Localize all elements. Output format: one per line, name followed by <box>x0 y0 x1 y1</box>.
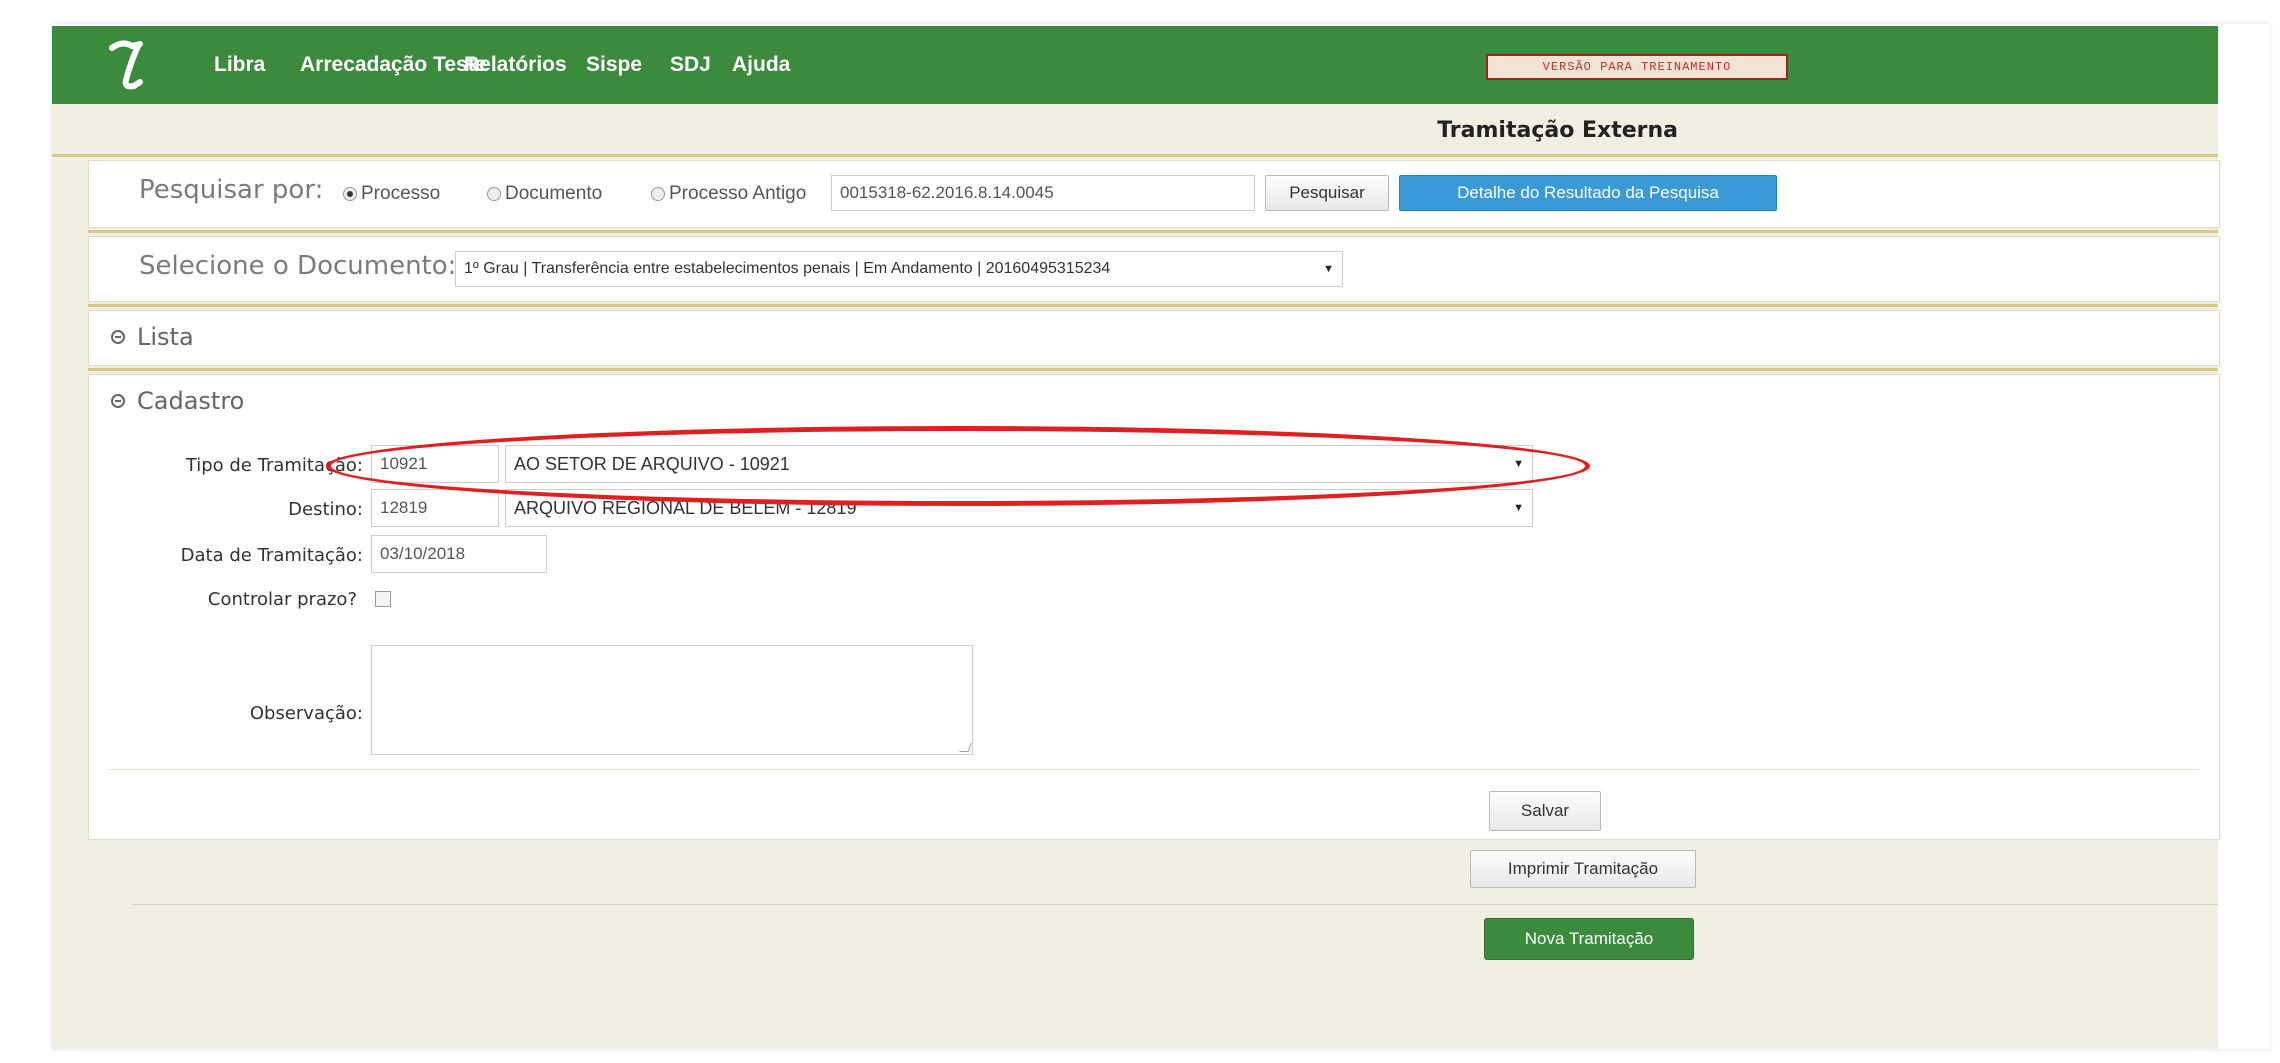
observacao-label: Observação: <box>249 703 363 724</box>
document-select[interactable]: 1º Grau | Transferência entre estabeleci… <box>455 251 1343 287</box>
search-by-label: Pesquisar por: <box>139 175 324 205</box>
radio-documento-dot[interactable] <box>487 187 501 201</box>
search-panel: Pesquisar por: Processo Documento Proces… <box>88 160 2220 228</box>
divider <box>88 368 2218 371</box>
lista-title: Lista <box>137 323 194 351</box>
document-select-panel: Selecione o Documento: 1º Grau | Transfe… <box>88 236 2220 302</box>
destino-select-value: ARQUIVO REGIONAL DE BELEM - 12819 <box>514 497 857 518</box>
chevron-down-icon: ▼ <box>1513 502 1524 514</box>
radio-processo-antigo-label: Processo Antigo <box>669 183 807 204</box>
nav-ajuda[interactable]: Ajuda <box>732 26 790 104</box>
document-select-value: 1º Grau | Transferência entre estabeleci… <box>464 260 1111 277</box>
top-navbar: Libra Arrecadação Teste Relatórios Sispe… <box>52 26 2218 104</box>
detail-result-button[interactable]: Detalhe do Resultado da Pesquisa <box>1399 175 1777 211</box>
prazo-checkbox[interactable] <box>375 591 391 607</box>
radio-processo-label: Processo <box>361 183 441 204</box>
nav-sispe[interactable]: Sispe <box>586 26 642 104</box>
divider <box>88 230 2218 233</box>
divider <box>52 154 2218 157</box>
title-row: Tramitação Externa <box>52 104 2218 154</box>
divider <box>109 769 2199 770</box>
nav-sdj[interactable]: SDJ <box>670 26 711 104</box>
lista-toggle[interactable]: Lista <box>111 323 194 351</box>
tipo-select-value: AO SETOR DE ARQUIVO - 10921 <box>514 453 790 474</box>
radio-processo[interactable]: Processo <box>343 183 440 205</box>
print-button[interactable]: Imprimir Tramitação <box>1470 850 1696 888</box>
radio-documento[interactable]: Documento <box>487 183 602 205</box>
destino-label: Destino: <box>288 499 363 520</box>
nav-relatorios[interactable]: Relatórios <box>464 26 567 104</box>
cadastro-title: Cadastro <box>137 387 245 415</box>
save-button[interactable]: Salvar <box>1489 791 1601 831</box>
lista-panel: Lista <box>88 310 2220 366</box>
observacao-textarea[interactable] <box>371 645 973 755</box>
prazo-label: Controlar prazo? <box>207 589 357 610</box>
divider <box>132 904 2218 905</box>
destino-code-input[interactable]: 12819 <box>371 489 499 527</box>
app-logo-icon[interactable] <box>100 30 170 100</box>
tipo-select[interactable]: AO SETOR DE ARQUIVO - 10921 ▼ <box>505 445 1533 483</box>
main-content: Tramitação Externa Pesquisar por: Proces… <box>52 104 2220 1049</box>
tipo-label: Tipo de Tramitação: <box>185 455 363 476</box>
expand-icon <box>111 330 125 344</box>
nav-arrecadacao-teste[interactable]: Arrecadação Teste <box>300 26 486 104</box>
collapse-icon <box>111 394 125 408</box>
destino-select[interactable]: ARQUIVO REGIONAL DE BELEM - 12819 ▼ <box>505 489 1533 527</box>
chevron-down-icon: ▼ <box>1513 458 1524 470</box>
new-tramitacao-button[interactable]: Nova Tramitação <box>1484 918 1694 960</box>
search-button[interactable]: Pesquisar <box>1265 175 1389 211</box>
cadastro-toggle[interactable]: Cadastro <box>111 387 244 415</box>
training-version-badge: VERSÃO PARA TREINAMENTO <box>1486 54 1788 80</box>
radio-processo-antigo[interactable]: Processo Antigo <box>651 183 806 205</box>
document-select-label: Selecione o Documento: <box>139 251 457 281</box>
search-input[interactable]: 0015318-62.2016.8.14.0045 <box>831 175 1255 211</box>
radio-processo-antigo-dot[interactable] <box>651 187 665 201</box>
tipo-code-input[interactable]: 10921 <box>371 445 499 483</box>
cadastro-panel: Cadastro Tipo de Tramitação: 10921 AO SE… <box>88 374 2220 840</box>
page-title: Tramitação Externa <box>1437 118 1678 143</box>
resize-handle-icon[interactable] <box>959 743 972 752</box>
data-tramitacao-input[interactable]: 03/10/2018 <box>371 535 547 573</box>
nav-libra[interactable]: Libra <box>214 26 265 104</box>
radio-processo-dot[interactable] <box>343 187 357 201</box>
data-label: Data de Tramitação: <box>180 545 363 566</box>
divider <box>88 304 2218 307</box>
chevron-down-icon: ▼ <box>1323 263 1334 275</box>
radio-documento-label: Documento <box>505 183 603 204</box>
